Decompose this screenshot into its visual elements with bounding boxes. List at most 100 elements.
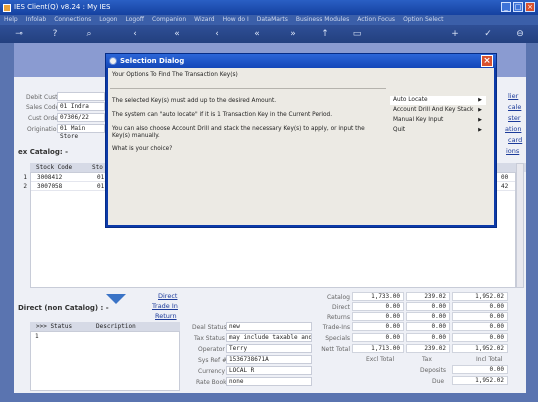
menu-logon[interactable]: Logon	[99, 15, 117, 25]
document-icon[interactable]: ▭	[352, 29, 362, 39]
right-link-4[interactable]: ation	[505, 125, 521, 133]
total-incl: 0.00	[452, 322, 508, 331]
row-right-value: 42	[501, 183, 509, 190]
total-tax: 239.02	[406, 292, 450, 301]
search-icon[interactable]: ⌕	[84, 29, 94, 39]
maximize-button[interactable]: □	[513, 2, 523, 12]
menu-infolab[interactable]: Infolab	[26, 15, 47, 25]
row-number: 1	[35, 333, 39, 340]
help-icon[interactable]: ?	[50, 29, 60, 39]
excl-total-label: Excl Total	[366, 356, 395, 363]
right-link-3[interactable]: ster	[508, 114, 521, 122]
right-link-2[interactable]: cale	[508, 103, 521, 111]
menu-how-do-i[interactable]: How do I	[223, 15, 249, 25]
dialog-heading: Your Options To Find The Transaction Key…	[112, 72, 238, 78]
row-right-value: 00	[501, 174, 509, 181]
total-excl: 0.00	[352, 302, 404, 311]
option-manual-key-input[interactable]: Manual Key Input ▶	[390, 116, 486, 125]
sys-ref-field[interactable]: 1536738671A	[226, 355, 312, 364]
dialog-line-3: You can also choose Account Drill and st…	[112, 126, 365, 139]
sales-code-field[interactable]: 01 Indra	[57, 102, 105, 111]
debit-cust-field[interactable]	[57, 92, 105, 101]
dialog-line-1: The selected Key(s) must add up to the d…	[112, 98, 277, 104]
total-incl: 1,952.02	[452, 292, 508, 301]
tax-status-label: Tax Status	[194, 335, 225, 342]
menu-option-select[interactable]: Option Select	[403, 15, 443, 25]
dialog-line-2: The system can "auto locate" if it is 1 …	[112, 112, 333, 118]
total-excl: 1,713.00	[352, 344, 404, 353]
key-icon[interactable]: ⊸	[10, 29, 28, 39]
row-store: 01	[97, 174, 105, 181]
add-icon[interactable]: +	[450, 29, 460, 39]
col-stock-code: Stock Code	[36, 164, 73, 171]
option-label: Quit	[393, 127, 406, 133]
prev-icon[interactable]: ‹	[212, 29, 222, 39]
dialog-title: Selection Dialog	[120, 57, 185, 65]
sys-ref-label: Sys Ref #	[198, 357, 228, 364]
menu-help[interactable]: Help	[4, 15, 18, 25]
deal-status-field[interactable]: new	[226, 322, 312, 331]
debit-cust-label: Debit Cust?	[26, 94, 61, 101]
menu-wizard[interactable]: Wizard	[194, 15, 214, 25]
deposits-value: 0.00	[452, 365, 508, 374]
direct-grid[interactable]: 1	[30, 331, 180, 391]
direct-grid-header: >>> Status Description	[30, 322, 180, 331]
option-label: Manual Key Input	[393, 117, 444, 123]
col-description: Description	[96, 323, 136, 330]
total-incl: 0.00	[452, 333, 508, 342]
dialog-close-button[interactable]: ×	[481, 55, 493, 67]
origination-field[interactable]: 01 Main Store	[57, 124, 105, 140]
arrow-down-icon	[106, 294, 126, 304]
row-number: 1	[23, 174, 27, 181]
arrow-right-icon: ▶	[478, 97, 482, 103]
option-auto-locate[interactable]: Auto Locate ▶	[390, 96, 486, 105]
menu-business-modules[interactable]: Business Modules	[296, 15, 349, 25]
trade-in-link[interactable]: Trade In	[152, 302, 178, 310]
total-tax: 0.00	[406, 302, 450, 311]
rate-book-field[interactable]: none	[226, 377, 312, 386]
right-strip	[526, 43, 538, 393]
currency-field[interactable]: LOCAL R	[226, 366, 312, 375]
menu-companion[interactable]: Companion	[152, 15, 186, 25]
due-label: Due	[432, 378, 445, 385]
first-icon[interactable]: «	[172, 29, 182, 39]
catalog-scrollbar[interactable]	[516, 163, 524, 288]
cust-order-label: Cust Order	[28, 115, 61, 122]
total-excl: 0.00	[352, 333, 404, 342]
cust-order-field[interactable]: 07306/22	[57, 113, 105, 122]
menu-logoff[interactable]: Logoff	[125, 15, 144, 25]
minimize-button[interactable]: _	[501, 2, 511, 12]
operator-field[interactable]: Terry	[226, 344, 312, 353]
tax-label: Tax	[422, 356, 432, 363]
option-account-drill[interactable]: Account Drill And Key Stack ▶	[390, 106, 486, 115]
upload-icon[interactable]: ↑	[320, 29, 330, 39]
back-icon[interactable]: ‹	[130, 29, 140, 39]
menu-connections[interactable]: Connections	[54, 15, 91, 25]
currency-label: Currency	[198, 368, 226, 375]
confirm-icon[interactable]: ✓	[483, 29, 493, 39]
forward-icon[interactable]: »	[288, 29, 298, 39]
menu-action-focus[interactable]: Action Focus	[357, 15, 395, 25]
return-link[interactable]: Return	[155, 312, 177, 320]
right-link-1[interactable]: lier	[508, 92, 518, 100]
origination-label: Origination	[27, 126, 61, 133]
dialog-body: Your Options To Find The Transaction Key…	[108, 68, 494, 225]
arrow-right-icon: ▶	[478, 117, 482, 123]
rewind-icon[interactable]: «	[252, 29, 262, 39]
right-link-6[interactable]: ions	[506, 147, 519, 155]
total-incl: 0.00	[452, 312, 508, 321]
close-window-button[interactable]: ×	[525, 2, 535, 12]
option-quit[interactable]: Quit ▶	[390, 126, 486, 135]
col-store: Sto	[92, 164, 103, 171]
direct-link[interactable]: Direct	[158, 292, 177, 300]
rate-book-label: Rate Book	[196, 379, 227, 386]
total-excl: 0.00	[352, 312, 404, 321]
row-store: 01	[97, 183, 105, 190]
totals-row-label: Trade-Ins	[322, 324, 350, 331]
app-icon	[3, 4, 11, 12]
tax-status-field[interactable]: may include taxable and	[226, 333, 312, 342]
cancel-icon[interactable]: ⊖	[515, 29, 525, 39]
dialog-titlebar: Selection Dialog ×	[106, 54, 496, 68]
menu-datamarts[interactable]: DataMarts	[257, 15, 288, 25]
right-link-5[interactable]: card	[508, 136, 522, 144]
